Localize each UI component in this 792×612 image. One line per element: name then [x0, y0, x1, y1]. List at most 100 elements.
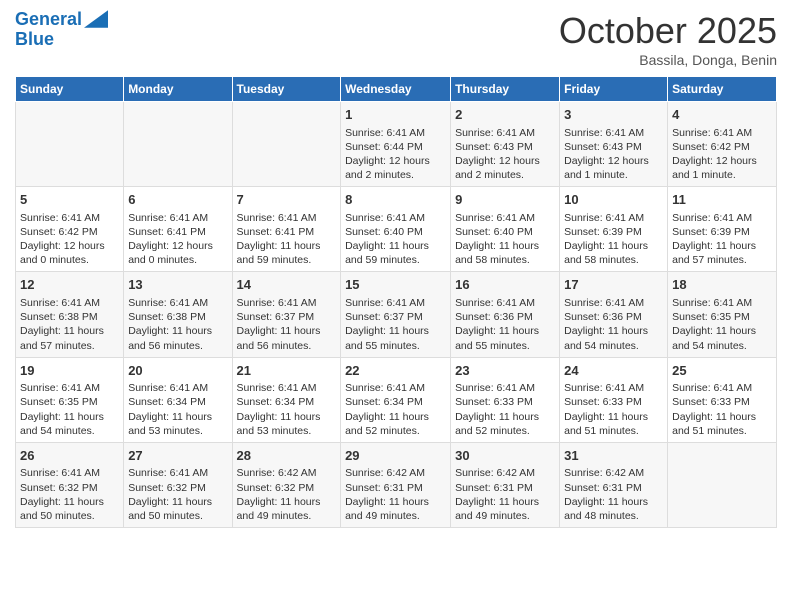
day-info: Sunrise: 6:41 AMSunset: 6:33 PMDaylight:…	[564, 381, 663, 438]
page-container: General Blue October 2025 Bassila, Donga…	[0, 0, 792, 538]
logo-general: General	[15, 10, 82, 30]
day-info: Sunrise: 6:41 AMSunset: 6:38 PMDaylight:…	[128, 296, 227, 353]
col-header-tuesday: Tuesday	[232, 77, 341, 102]
day-number: 1	[345, 106, 446, 124]
day-info: Sunrise: 6:41 AMSunset: 6:35 PMDaylight:…	[672, 296, 772, 353]
day-number: 17	[564, 276, 663, 294]
day-cell: 14 Sunrise: 6:41 AMSunset: 6:37 PMDayligh…	[232, 272, 341, 357]
day-info: Sunrise: 6:41 AMSunset: 6:37 PMDaylight:…	[237, 296, 337, 353]
day-info: Sunrise: 6:41 AMSunset: 6:35 PMDaylight:…	[20, 381, 119, 438]
day-cell	[232, 102, 341, 187]
week-row-5: 26Sunrise: 6:41 AMSunset: 6:32 PMDayligh…	[16, 442, 777, 527]
col-header-thursday: Thursday	[451, 77, 560, 102]
day-number: 31	[564, 447, 663, 465]
col-header-monday: Monday	[124, 77, 232, 102]
day-cell: 12 Sunrise: 6:41 AMSunset: 6:38 PMDayligh…	[16, 272, 124, 357]
week-row-1: 1 Sunrise: 6:41 AMSunset: 6:44 PMDaylight…	[16, 102, 777, 187]
day-info: Sunrise: 6:42 AMSunset: 6:31 PMDaylight:…	[345, 466, 446, 523]
day-cell: 7 Sunrise: 6:41 AMSunset: 6:41 PMDaylight…	[232, 187, 341, 272]
day-cell	[16, 102, 124, 187]
day-number: 20	[128, 362, 227, 380]
day-info: Sunrise: 6:41 AMSunset: 6:41 PMDaylight:…	[237, 211, 337, 268]
week-row-3: 12 Sunrise: 6:41 AMSunset: 6:38 PMDayligh…	[16, 272, 777, 357]
day-number: 4	[672, 106, 772, 124]
day-cell: 27Sunrise: 6:41 AMSunset: 6:32 PMDayligh…	[124, 442, 232, 527]
day-number: 27	[128, 447, 227, 465]
day-cell: 4Sunrise: 6:41 AMSunset: 6:42 PMDaylight…	[668, 102, 777, 187]
day-number: 9	[455, 191, 555, 209]
day-cell: 1 Sunrise: 6:41 AMSunset: 6:44 PMDaylight…	[341, 102, 451, 187]
day-cell	[668, 442, 777, 527]
day-number: 10	[564, 191, 663, 209]
day-cell: 8 Sunrise: 6:41 AMSunset: 6:40 PMDaylight…	[341, 187, 451, 272]
day-cell: 2 Sunrise: 6:41 AMSunset: 6:43 PMDaylight…	[451, 102, 560, 187]
day-info: Sunrise: 6:41 AMSunset: 6:33 PMDaylight:…	[672, 381, 772, 438]
day-number: 6	[128, 191, 227, 209]
day-info: Sunrise: 6:41 AMSunset: 6:40 PMDaylight:…	[455, 211, 555, 268]
day-number: 29	[345, 447, 446, 465]
day-number: 14	[237, 276, 337, 294]
logo: General Blue	[15, 10, 108, 50]
location: Bassila, Donga, Benin	[559, 52, 777, 68]
day-cell: 13 Sunrise: 6:41 AMSunset: 6:38 PMDayligh…	[124, 272, 232, 357]
day-cell: 16 Sunrise: 6:41 AMSunset: 6:36 PMDayligh…	[451, 272, 560, 357]
day-cell: 31Sunrise: 6:42 AMSunset: 6:31 PMDayligh…	[560, 442, 668, 527]
day-number: 23	[455, 362, 555, 380]
day-info: Sunrise: 6:41 AMSunset: 6:34 PMDaylight:…	[345, 381, 446, 438]
day-cell: 23Sunrise: 6:41 AMSunset: 6:33 PMDayligh…	[451, 357, 560, 442]
day-info: Sunrise: 6:41 AMSunset: 6:43 PMDaylight:…	[455, 126, 555, 183]
header-row: SundayMondayTuesdayWednesdayThursdayFrid…	[16, 77, 777, 102]
day-number: 8	[345, 191, 446, 209]
day-number: 5	[20, 191, 119, 209]
day-number: 13	[128, 276, 227, 294]
header: General Blue October 2025 Bassila, Donga…	[15, 10, 777, 68]
day-info: Sunrise: 6:41 AMSunset: 6:32 PMDaylight:…	[20, 466, 119, 523]
day-cell: 26Sunrise: 6:41 AMSunset: 6:32 PMDayligh…	[16, 442, 124, 527]
col-header-sunday: Sunday	[16, 77, 124, 102]
day-cell: 3 Sunrise: 6:41 AMSunset: 6:43 PMDaylight…	[560, 102, 668, 187]
day-cell: 24Sunrise: 6:41 AMSunset: 6:33 PMDayligh…	[560, 357, 668, 442]
day-info: Sunrise: 6:42 AMSunset: 6:31 PMDaylight:…	[564, 466, 663, 523]
day-info: Sunrise: 6:41 AMSunset: 6:40 PMDaylight:…	[345, 211, 446, 268]
day-number: 12	[20, 276, 119, 294]
day-cell: 25Sunrise: 6:41 AMSunset: 6:33 PMDayligh…	[668, 357, 777, 442]
day-cell: 20Sunrise: 6:41 AMSunset: 6:34 PMDayligh…	[124, 357, 232, 442]
day-info: Sunrise: 6:42 AMSunset: 6:32 PMDaylight:…	[237, 466, 337, 523]
col-header-wednesday: Wednesday	[341, 77, 451, 102]
day-info: Sunrise: 6:41 AMSunset: 6:42 PMDaylight:…	[20, 211, 119, 268]
day-cell: 9 Sunrise: 6:41 AMSunset: 6:40 PMDaylight…	[451, 187, 560, 272]
day-info: Sunrise: 6:41 AMSunset: 6:36 PMDaylight:…	[564, 296, 663, 353]
day-cell: 30Sunrise: 6:42 AMSunset: 6:31 PMDayligh…	[451, 442, 560, 527]
calendar-table: SundayMondayTuesdayWednesdayThursdayFrid…	[15, 76, 777, 528]
day-number: 24	[564, 362, 663, 380]
day-cell: 29Sunrise: 6:42 AMSunset: 6:31 PMDayligh…	[341, 442, 451, 527]
day-info: Sunrise: 6:42 AMSunset: 6:31 PMDaylight:…	[455, 466, 555, 523]
day-number: 22	[345, 362, 446, 380]
day-number: 7	[237, 191, 337, 209]
day-cell: 22Sunrise: 6:41 AMSunset: 6:34 PMDayligh…	[341, 357, 451, 442]
day-info: Sunrise: 6:41 AMSunset: 6:33 PMDaylight:…	[455, 381, 555, 438]
day-number: 16	[455, 276, 555, 294]
day-number: 19	[20, 362, 119, 380]
day-cell: 21Sunrise: 6:41 AMSunset: 6:34 PMDayligh…	[232, 357, 341, 442]
day-number: 3	[564, 106, 663, 124]
day-info: Sunrise: 6:41 AMSunset: 6:32 PMDaylight:…	[128, 466, 227, 523]
day-info: Sunrise: 6:41 AMSunset: 6:43 PMDaylight:…	[564, 126, 663, 183]
month-title: October 2025	[559, 10, 777, 52]
day-info: Sunrise: 6:41 AMSunset: 6:36 PMDaylight:…	[455, 296, 555, 353]
day-number: 2	[455, 106, 555, 124]
col-header-saturday: Saturday	[668, 77, 777, 102]
day-info: Sunrise: 6:41 AMSunset: 6:44 PMDaylight:…	[345, 126, 446, 183]
day-info: Sunrise: 6:41 AMSunset: 6:39 PMDaylight:…	[672, 211, 772, 268]
day-number: 28	[237, 447, 337, 465]
week-row-2: 5 Sunrise: 6:41 AMSunset: 6:42 PMDaylight…	[16, 187, 777, 272]
day-cell: 6Sunrise: 6:41 AMSunset: 6:41 PMDaylight…	[124, 187, 232, 272]
logo-blue: Blue	[15, 30, 108, 50]
day-info: Sunrise: 6:41 AMSunset: 6:34 PMDaylight:…	[128, 381, 227, 438]
day-cell: 28Sunrise: 6:42 AMSunset: 6:32 PMDayligh…	[232, 442, 341, 527]
day-info: Sunrise: 6:41 AMSunset: 6:38 PMDaylight:…	[20, 296, 119, 353]
day-number: 18	[672, 276, 772, 294]
day-number: 26	[20, 447, 119, 465]
day-cell: 11Sunrise: 6:41 AMSunset: 6:39 PMDayligh…	[668, 187, 777, 272]
title-block: October 2025 Bassila, Donga, Benin	[559, 10, 777, 68]
